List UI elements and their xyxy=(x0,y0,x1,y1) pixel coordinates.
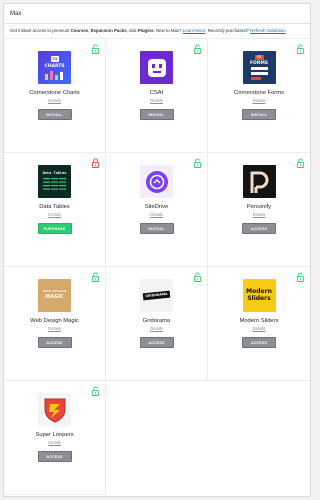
details-link[interactable]: Details xyxy=(253,212,266,218)
web-design-magic-thumbnail: WEB DESIGN MAGIC xyxy=(38,279,71,312)
max-panel: Max Get instant access to premium Course… xyxy=(3,3,311,497)
product-name: Personify xyxy=(246,204,272,210)
data-tables-thumbnail: Data Tables xyxy=(38,165,71,198)
csai-thumbnail xyxy=(140,51,173,84)
product-card-data-tables: Data Tables Data Tables Details PURCHASE xyxy=(4,153,106,267)
product-grid: CS CHARTS Cornerstone Charts Details INS… xyxy=(4,38,310,495)
modern-sliders-thumbnail: Modern Sliders xyxy=(242,279,276,312)
access-button[interactable]: ACCESS xyxy=(37,337,72,348)
product-name: SiteDrive xyxy=(144,204,169,210)
gridorama-thumbnail: GRIDORAMA xyxy=(140,279,173,312)
product-name: Web Design Magic xyxy=(30,318,79,324)
details-link[interactable]: Details xyxy=(48,212,61,218)
details-link[interactable]: Details xyxy=(48,326,61,332)
product-card-cornerstone-forms: CS FORMS Cornerstone Forms Details INSTA… xyxy=(208,39,310,153)
unlocked-icon xyxy=(91,386,100,396)
access-button[interactable]: ACCESS xyxy=(139,337,174,348)
product-card-sitedrive: SiteDrive Details INSTALL xyxy=(106,153,208,267)
thumb-label: FORMS xyxy=(249,61,269,66)
cornerstone-charts-thumbnail: CS CHARTS xyxy=(38,51,71,84)
install-button[interactable]: INSTALL xyxy=(37,109,72,120)
details-link[interactable]: Details xyxy=(253,326,266,332)
product-name: Modern Sliders xyxy=(239,318,279,324)
personify-logo-icon xyxy=(250,171,269,193)
thumb-label: WEB DESIGN xyxy=(42,289,67,293)
cs-badge: CS xyxy=(254,55,264,60)
product-card-cornerstone-charts: CS CHARTS Cornerstone Charts Details INS… xyxy=(4,39,106,153)
access-button[interactable]: ACCESS xyxy=(242,337,276,348)
learn-more-link[interactable]: Learn More xyxy=(183,28,205,33)
thumb-label: Data Tables xyxy=(42,171,67,175)
product-card-super-loopers: Super Loopers Details ACCESS xyxy=(4,381,106,495)
unlocked-icon xyxy=(296,44,305,54)
unlocked-icon xyxy=(296,158,305,168)
details-link[interactable]: Details xyxy=(253,98,266,104)
table-grid-icon xyxy=(43,178,66,190)
purchase-button[interactable]: PURCHASE xyxy=(37,223,72,234)
cloud-sync-icon xyxy=(145,170,168,193)
details-link[interactable]: Details xyxy=(150,326,163,332)
unlocked-icon xyxy=(296,272,305,282)
product-name: Cornerstone Charts xyxy=(29,90,80,96)
product-card-modern-sliders: Modern Sliders Modern Sliders Details AC… xyxy=(208,267,310,381)
panel-title: Max xyxy=(4,4,310,24)
robot-face-icon xyxy=(147,58,166,77)
super-loopers-thumbnail xyxy=(38,393,71,426)
thumb-label-2: Sliders xyxy=(247,295,271,302)
install-button[interactable]: INSTALL xyxy=(139,223,174,234)
product-name: CSAI xyxy=(149,90,164,96)
product-card-web-design-magic: WEB DESIGN MAGIC Web Design Magic Detail… xyxy=(4,267,106,381)
thumb-label: Modern xyxy=(246,288,272,295)
access-button[interactable]: ACCESS xyxy=(37,451,72,462)
product-card-personify: Personify Details ACCESS xyxy=(208,153,310,267)
chart-bars-icon xyxy=(45,71,63,80)
unlocked-icon xyxy=(193,44,202,54)
product-name: Super Loopers xyxy=(35,432,74,438)
product-name: Gridorama xyxy=(142,318,171,324)
locked-icon xyxy=(91,158,100,168)
product-card-csai: CSAI Details INSTALL xyxy=(106,39,208,153)
unlocked-icon xyxy=(193,272,202,282)
intro-text: Get instant access to premium Courses, E… xyxy=(10,28,287,33)
shield-emblem-icon xyxy=(44,398,65,423)
details-link[interactable]: Details xyxy=(150,212,163,218)
product-card-gridorama: GRIDORAMA Gridorama Details ACCESS xyxy=(106,267,208,381)
refresh-validation-link[interactable]: Refresh Validation xyxy=(250,28,286,33)
cornerstone-forms-thumbnail: CS FORMS xyxy=(242,51,276,84)
cs-badge: CS xyxy=(51,56,59,62)
sitedrive-thumbnail xyxy=(140,165,173,198)
form-fields-icon xyxy=(250,67,268,80)
details-link[interactable]: Details xyxy=(48,440,61,446)
access-button[interactable]: ACCESS xyxy=(242,223,276,234)
product-name: Data Tables xyxy=(39,204,70,210)
unlocked-icon xyxy=(193,158,202,168)
thumb-label: CHARTS xyxy=(44,64,65,69)
install-button[interactable]: INSTALL xyxy=(242,109,276,120)
product-name: Cornerstone Forms xyxy=(234,90,284,96)
unlocked-icon xyxy=(91,272,100,282)
personify-thumbnail xyxy=(242,165,276,198)
details-link[interactable]: Details xyxy=(48,98,61,104)
thumb-label: GRIDORAMA xyxy=(142,290,171,301)
unlocked-icon xyxy=(91,44,100,54)
details-link[interactable]: Details xyxy=(150,98,163,104)
install-button[interactable]: INSTALL xyxy=(139,109,174,120)
thumb-label-2: MAGIC xyxy=(45,294,64,300)
